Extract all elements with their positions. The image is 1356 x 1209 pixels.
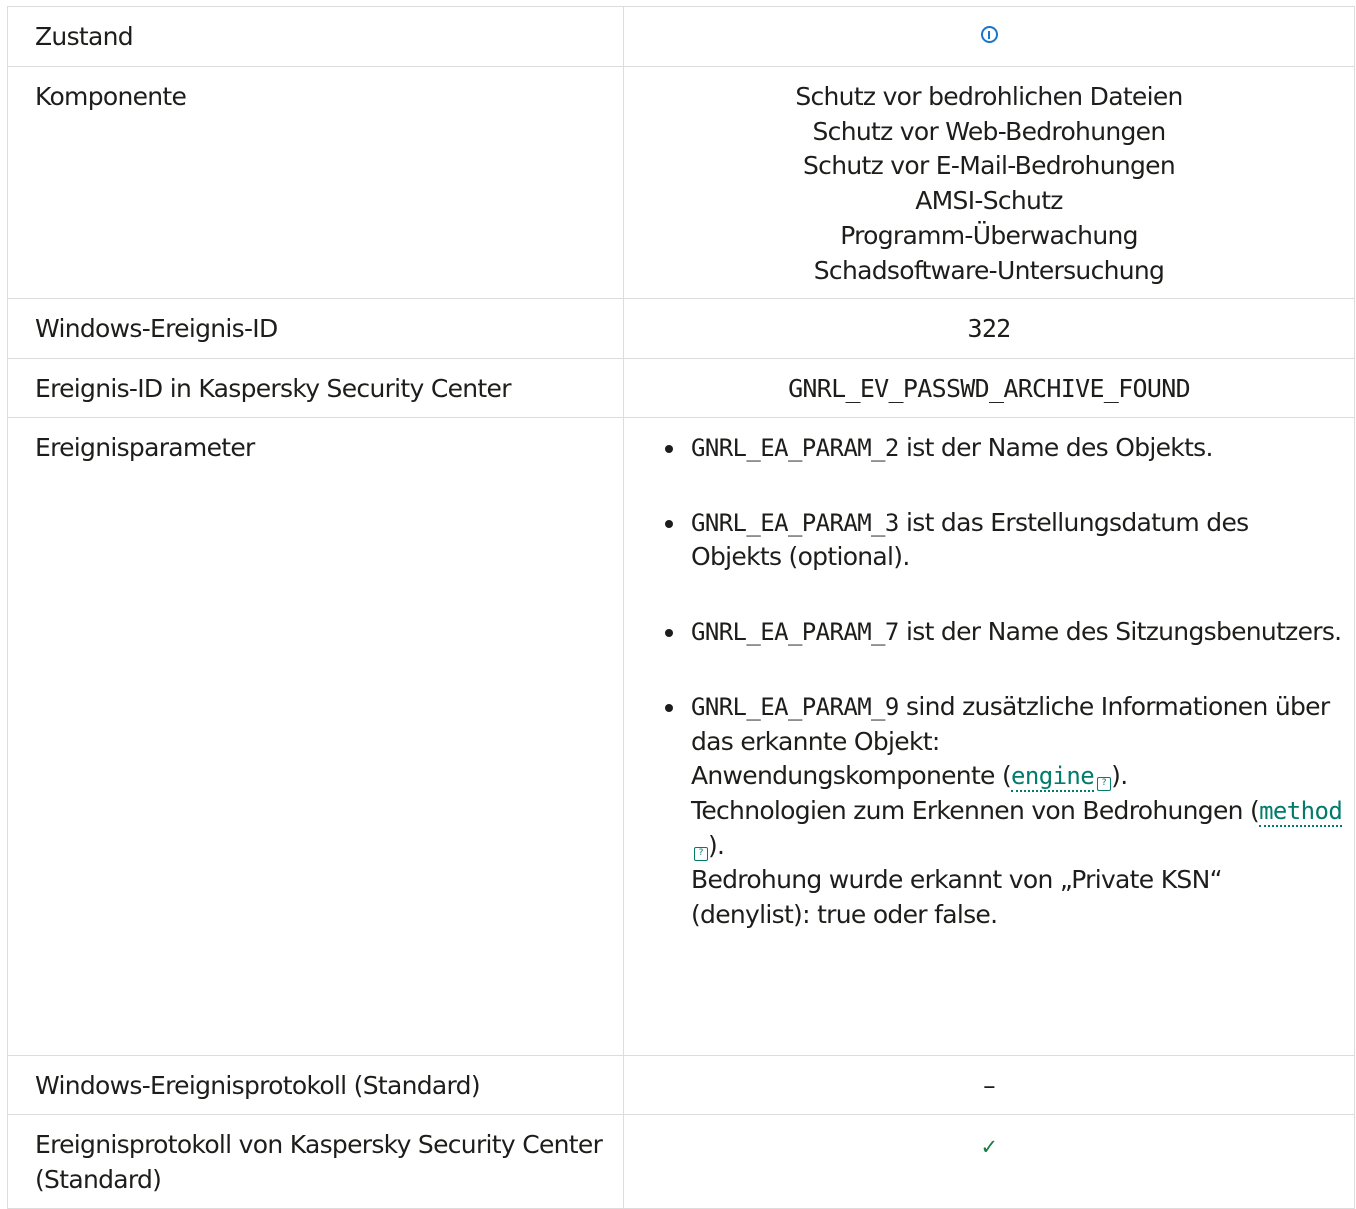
row-label: Ereignis-ID in Kaspersky Security Center — [7, 358, 624, 418]
engine-suffix: ). — [1111, 761, 1128, 791]
component-item: Schutz vor E-Mail-Bedrohungen — [803, 151, 1176, 181]
row-label: Zustand — [7, 6, 624, 67]
help-icon[interactable]: ? — [694, 846, 708, 861]
method-link[interactable]: method — [1259, 796, 1343, 827]
component-item: Schutz vor bedrohlichen Dateien — [795, 82, 1183, 111]
parameter-item: GNRL_EA_PARAM_7 ist der Name des Sitzung… — [661, 615, 1344, 650]
check-icon: ✓ — [980, 1135, 999, 1159]
row-label: Windows-Ereignisprotokoll (Standard) — [7, 1055, 624, 1115]
method-line: Technologien zum Erkennen von Bedrohunge… — [691, 794, 1344, 863]
parameter-description: ist der Name des Sitzungsbenutzers. — [898, 617, 1342, 647]
event-details-table: Zustand Komponente Schutz vor bedrohlich… — [7, 6, 1355, 1209]
dash-value: – — [983, 1071, 996, 1100]
engine-line: Anwendungskomponente (engine?). — [691, 759, 1344, 794]
table-row: Ereignisparameter GNRL_EA_PARAM_2 ist de… — [7, 417, 1355, 1056]
table-row: Ereignisprotokoll von Kaspersky Security… — [7, 1114, 1355, 1209]
row-label: Windows-Ereignis-ID — [7, 298, 624, 359]
row-label: Komponente — [7, 66, 624, 299]
row-value — [623, 6, 1355, 67]
component-item: AMSI-Schutz — [915, 186, 1063, 216]
engine-link[interactable]: engine — [1011, 762, 1095, 793]
parameter-item: GNRL_EA_PARAM_3 ist das Erstellungsdatum… — [661, 506, 1344, 575]
method-label: Technologien zum Erkennen von Bedrohunge… — [691, 795, 1260, 825]
component-list: Schutz vor bedrohlichen Dateien Schutz v… — [623, 66, 1355, 299]
parameter-code: GNRL_EA_PARAM_7 — [691, 618, 899, 647]
help-icon[interactable]: ? — [1097, 777, 1112, 792]
row-label: Ereignisprotokoll von Kaspersky Security… — [7, 1114, 624, 1209]
parameter-description: ist der Name des Objekts. — [898, 433, 1213, 462]
info-icon — [980, 26, 998, 43]
row-label: Ereignisparameter — [7, 417, 624, 1056]
method-suffix: ). — [708, 830, 725, 860]
table-row: Zustand — [7, 6, 1355, 67]
table-row: Komponente Schutz vor bedrohlichen Datei… — [7, 66, 1355, 299]
denylist-line: Bedrohung wurde erkannt von „Private KSN… — [691, 865, 1223, 930]
engine-label: Anwendungskomponente ( — [691, 761, 1012, 791]
component-item: Schutz vor Web-Bedrohungen — [812, 116, 1167, 146]
windows-event-id: 322 — [623, 298, 1355, 359]
component-item: Programm-Überwachung — [840, 220, 1138, 250]
component-item: Schadsoftware-Untersuchung — [813, 255, 1165, 285]
windows-log-default: – — [623, 1055, 1355, 1115]
table-row: Windows-Ereignisprotokoll (Standard) – — [7, 1055, 1355, 1115]
parameter-code: GNRL_EA_PARAM_3 — [691, 508, 899, 537]
table-row: Windows-Ereignis-ID 322 — [7, 298, 1355, 359]
parameter-item: GNRL_EA_PARAM_2 ist der Name des Objekts… — [661, 431, 1344, 466]
ksc-log-default: ✓ — [623, 1114, 1355, 1209]
event-parameters: GNRL_EA_PARAM_2 ist der Name des Objekts… — [623, 417, 1355, 1056]
ksc-event-id: GNRL_EV_PASSWD_ARCHIVE_FOUND — [623, 358, 1355, 418]
parameter-code: GNRL_EA_PARAM_2 — [691, 434, 899, 462]
parameter-item: GNRL_EA_PARAM_9 sind zusätzliche Informa… — [661, 690, 1344, 933]
parameter-code: GNRL_EA_PARAM_9 — [691, 692, 899, 721]
table-row: Ereignis-ID in Kaspersky Security Center… — [7, 358, 1355, 418]
parameter-list: GNRL_EA_PARAM_2 ist der Name des Objekts… — [661, 431, 1344, 933]
